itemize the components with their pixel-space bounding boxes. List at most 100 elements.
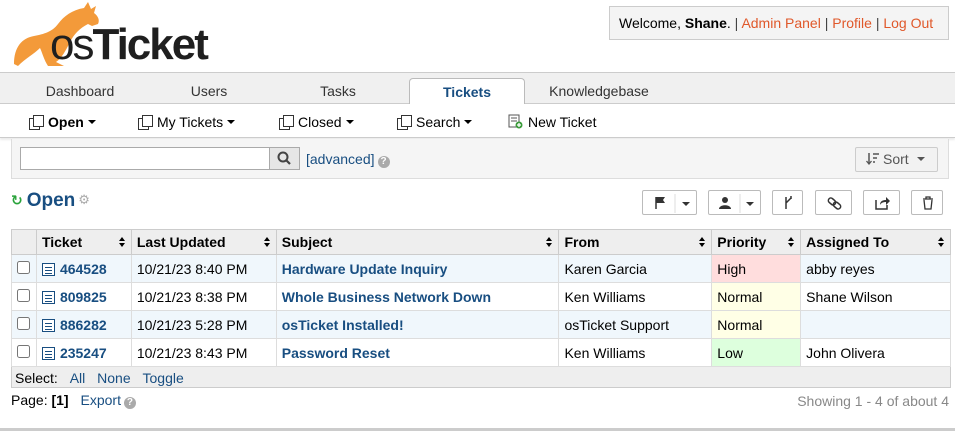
column-header-subject[interactable]: Subject xyxy=(275,229,560,255)
flag-status-button[interactable] xyxy=(642,190,697,215)
priority-cell: Low xyxy=(711,338,802,367)
header-label: From xyxy=(564,234,600,250)
search-menu[interactable]: Search xyxy=(397,104,473,138)
new-ticket-link[interactable]: New Ticket xyxy=(508,104,596,138)
logo-text: osTicket xyxy=(50,20,209,70)
queue-icon xyxy=(138,115,153,130)
delete-button[interactable] xyxy=(911,190,943,215)
ticket-icon xyxy=(41,262,55,276)
new-ticket-icon xyxy=(508,114,523,129)
assigned-to-cell: John Olivera xyxy=(800,338,951,367)
logo-ticket: Ticket xyxy=(92,20,208,69)
column-header-from[interactable]: From xyxy=(558,229,713,255)
search-input[interactable] xyxy=(20,147,270,170)
merge-button[interactable] xyxy=(772,190,803,215)
header-label: Ticket xyxy=(41,234,83,250)
ticket-icon xyxy=(41,346,55,360)
tab-tickets[interactable]: Tickets xyxy=(409,78,525,106)
ticket-number-link[interactable]: 464528 xyxy=(60,261,107,277)
sub-nav: Open My Tickets Closed Search New Ticket xyxy=(0,104,955,138)
ticket-number-link[interactable]: 809825 xyxy=(60,289,107,305)
table-row: 886282 10/21/23 5:28 PM osTicket Install… xyxy=(11,310,951,339)
row-checkbox[interactable] xyxy=(17,260,31,274)
last-updated-cell: 10/21/23 8:43 PM xyxy=(130,338,277,367)
tab-dashboard[interactable]: Dashboard xyxy=(0,78,160,105)
queue-title-text[interactable]: Open xyxy=(27,190,76,211)
caret-down-icon xyxy=(227,120,236,124)
subject-link[interactable]: Hardware Update Inquiry xyxy=(282,261,448,277)
assigned-to-cell xyxy=(800,310,951,339)
subject-link[interactable]: Password Reset xyxy=(282,345,390,361)
link-icon xyxy=(827,197,842,210)
ticket-number-cell[interactable]: 235247 xyxy=(35,338,132,367)
sort-icon xyxy=(866,153,879,166)
table-row: 809825 10/21/23 8:38 PM Whole Business N… xyxy=(11,282,951,311)
open-queue-menu[interactable]: Open xyxy=(29,104,96,138)
assigned-to-cell: abby reyes xyxy=(800,254,951,283)
subject-link[interactable]: Whole Business Network Down xyxy=(282,289,491,305)
tab-users[interactable]: Users xyxy=(160,78,258,105)
caret-down-icon xyxy=(345,120,354,124)
from-cell: Ken Williams xyxy=(558,338,713,367)
ticket-number-link[interactable]: 886282 xyxy=(60,317,107,333)
row-checkbox[interactable] xyxy=(17,316,31,330)
trash-icon xyxy=(923,196,933,210)
column-header-last-updated[interactable]: Last Updated xyxy=(130,229,277,255)
refresh-icon[interactable]: ↻ xyxy=(11,192,23,208)
ticket-number-cell[interactable]: 809825 xyxy=(35,282,132,311)
row-checkbox[interactable] xyxy=(17,344,31,358)
ticket-table: Ticket Last Updated Subject From Priorit… xyxy=(11,229,951,367)
row-checkbox[interactable] xyxy=(17,288,31,302)
row-select-cell xyxy=(11,254,37,283)
ticket-number-cell[interactable]: 464528 xyxy=(35,254,132,283)
priority-cell: High xyxy=(711,254,802,283)
closed-menu[interactable]: Closed xyxy=(279,104,354,138)
open-label: Open xyxy=(48,114,84,130)
select-none-link[interactable]: None xyxy=(97,370,130,386)
admin-panel-link[interactable]: Admin Panel xyxy=(741,15,820,31)
showing-count: Showing 1 - 4 of about 4 xyxy=(797,393,949,409)
ticket-icon xyxy=(41,318,55,332)
sort-arrows-icon xyxy=(546,237,553,248)
caret-down-icon xyxy=(464,120,473,124)
last-updated-cell: 10/21/23 8:38 PM xyxy=(130,282,277,311)
subject-cell: Hardware Update Inquiry xyxy=(275,254,560,283)
search-icon xyxy=(277,151,291,165)
ticket-number-link[interactable]: 235247 xyxy=(60,345,107,361)
subject-cell: Whole Business Network Down xyxy=(275,282,560,311)
search-button[interactable] xyxy=(269,147,300,170)
export-link[interactable]: Export xyxy=(81,392,121,408)
logout-link[interactable]: Log Out xyxy=(883,15,933,31)
ticket-number-cell[interactable]: 886282 xyxy=(35,310,132,339)
gear-icon[interactable]: ⚙ xyxy=(78,192,90,207)
priority-cell: Normal xyxy=(711,310,802,339)
merge-icon xyxy=(785,196,792,209)
tab-knowledgebase[interactable]: Knowledgebase xyxy=(525,78,673,105)
profile-link[interactable]: Profile xyxy=(832,15,872,31)
sort-arrows-icon xyxy=(699,237,706,248)
tab-tasks[interactable]: Tasks xyxy=(258,78,418,105)
my-tickets-label: My Tickets xyxy=(157,114,224,130)
from-cell: Ken Williams xyxy=(558,282,713,311)
main-nav: Dashboard Users Tasks Tickets Knowledgeb… xyxy=(0,72,955,106)
column-header-priority[interactable]: Priority xyxy=(711,229,802,255)
subject-link[interactable]: osTicket Installed! xyxy=(282,317,404,333)
column-header-ticket[interactable]: Ticket xyxy=(35,229,132,255)
assign-button[interactable] xyxy=(708,190,761,215)
new-ticket-label: New Ticket xyxy=(528,114,597,130)
advanced-search-link[interactable]: [advanced]? xyxy=(306,151,390,168)
header-label: Last Updated xyxy=(136,234,226,250)
subject-cell: Password Reset xyxy=(275,338,560,367)
row-select-cell xyxy=(11,282,37,311)
select-toggle-link[interactable]: Toggle xyxy=(143,370,184,386)
osticket-logo[interactable]: osTicket xyxy=(8,2,218,70)
transfer-button[interactable] xyxy=(863,190,900,215)
link-button[interactable] xyxy=(815,190,852,215)
caret-down-icon xyxy=(916,157,925,161)
my-tickets-menu[interactable]: My Tickets xyxy=(138,104,236,138)
select-label: Select: xyxy=(15,370,58,386)
select-all-link[interactable]: All xyxy=(70,370,86,386)
sort-button[interactable]: Sort xyxy=(855,147,938,172)
header-label: Priority xyxy=(717,234,767,250)
column-header-assigned-to[interactable]: Assigned To xyxy=(800,229,951,255)
